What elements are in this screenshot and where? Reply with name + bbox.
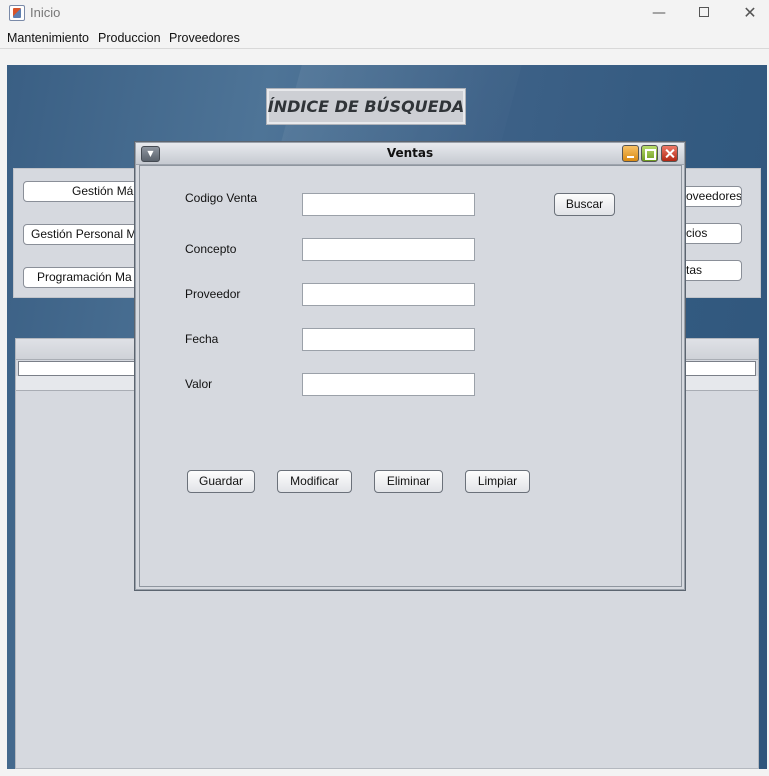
codigo-venta-input[interactable]: [302, 193, 475, 216]
maximize-icon: [699, 6, 709, 17]
frame-minimize-button[interactable]: [622, 145, 639, 162]
ventas-title: Ventas: [386, 146, 434, 160]
frame-maximize-button[interactable]: [641, 145, 658, 162]
ventas-form: Codigo Venta Concepto Proveedor Fecha Va…: [139, 165, 682, 587]
menu-bar: Mantenimiento Produccion Proveedores: [0, 28, 769, 49]
codigo-venta-label: Codigo Venta: [185, 191, 258, 205]
valor-label: Valor: [185, 377, 213, 391]
limpiar-button[interactable]: Limpiar: [465, 470, 530, 493]
valor-input[interactable]: [302, 373, 475, 396]
java-app-icon: [9, 5, 25, 21]
ventas-titlebar: ▼ Ventas: [136, 143, 684, 165]
index-title: ÍNDICE DE BÚSQUEDA: [266, 88, 466, 125]
concepto-label: Concepto: [185, 242, 237, 256]
proveedor-input[interactable]: [302, 283, 475, 306]
menu-produccion[interactable]: Produccion: [98, 31, 161, 45]
eliminar-button[interactable]: Eliminar: [374, 470, 443, 493]
ventas-internal-frame: ▼ Ventas Codigo Venta Concepto Proveedor…: [134, 141, 686, 591]
fecha-input[interactable]: [302, 328, 475, 351]
menu-proveedores[interactable]: Proveedores: [169, 31, 240, 45]
buscar-button[interactable]: Buscar: [554, 193, 615, 216]
concepto-input[interactable]: [302, 238, 475, 261]
guardar-button[interactable]: Guardar: [187, 470, 255, 493]
window-title: Inicio: [30, 5, 61, 20]
window-titlebar: Inicio — ✕: [0, 0, 769, 28]
close-button[interactable]: ✕: [727, 0, 769, 28]
proveedor-label: Proveedor: [185, 287, 241, 301]
minimize-button[interactable]: —: [636, 0, 682, 28]
modificar-button[interactable]: Modificar: [277, 470, 352, 493]
fecha-label: Fecha: [185, 332, 219, 346]
menu-mantenimiento[interactable]: Mantenimiento: [7, 31, 89, 45]
frame-close-button[interactable]: [661, 145, 678, 162]
maximize-button[interactable]: [681, 0, 727, 28]
